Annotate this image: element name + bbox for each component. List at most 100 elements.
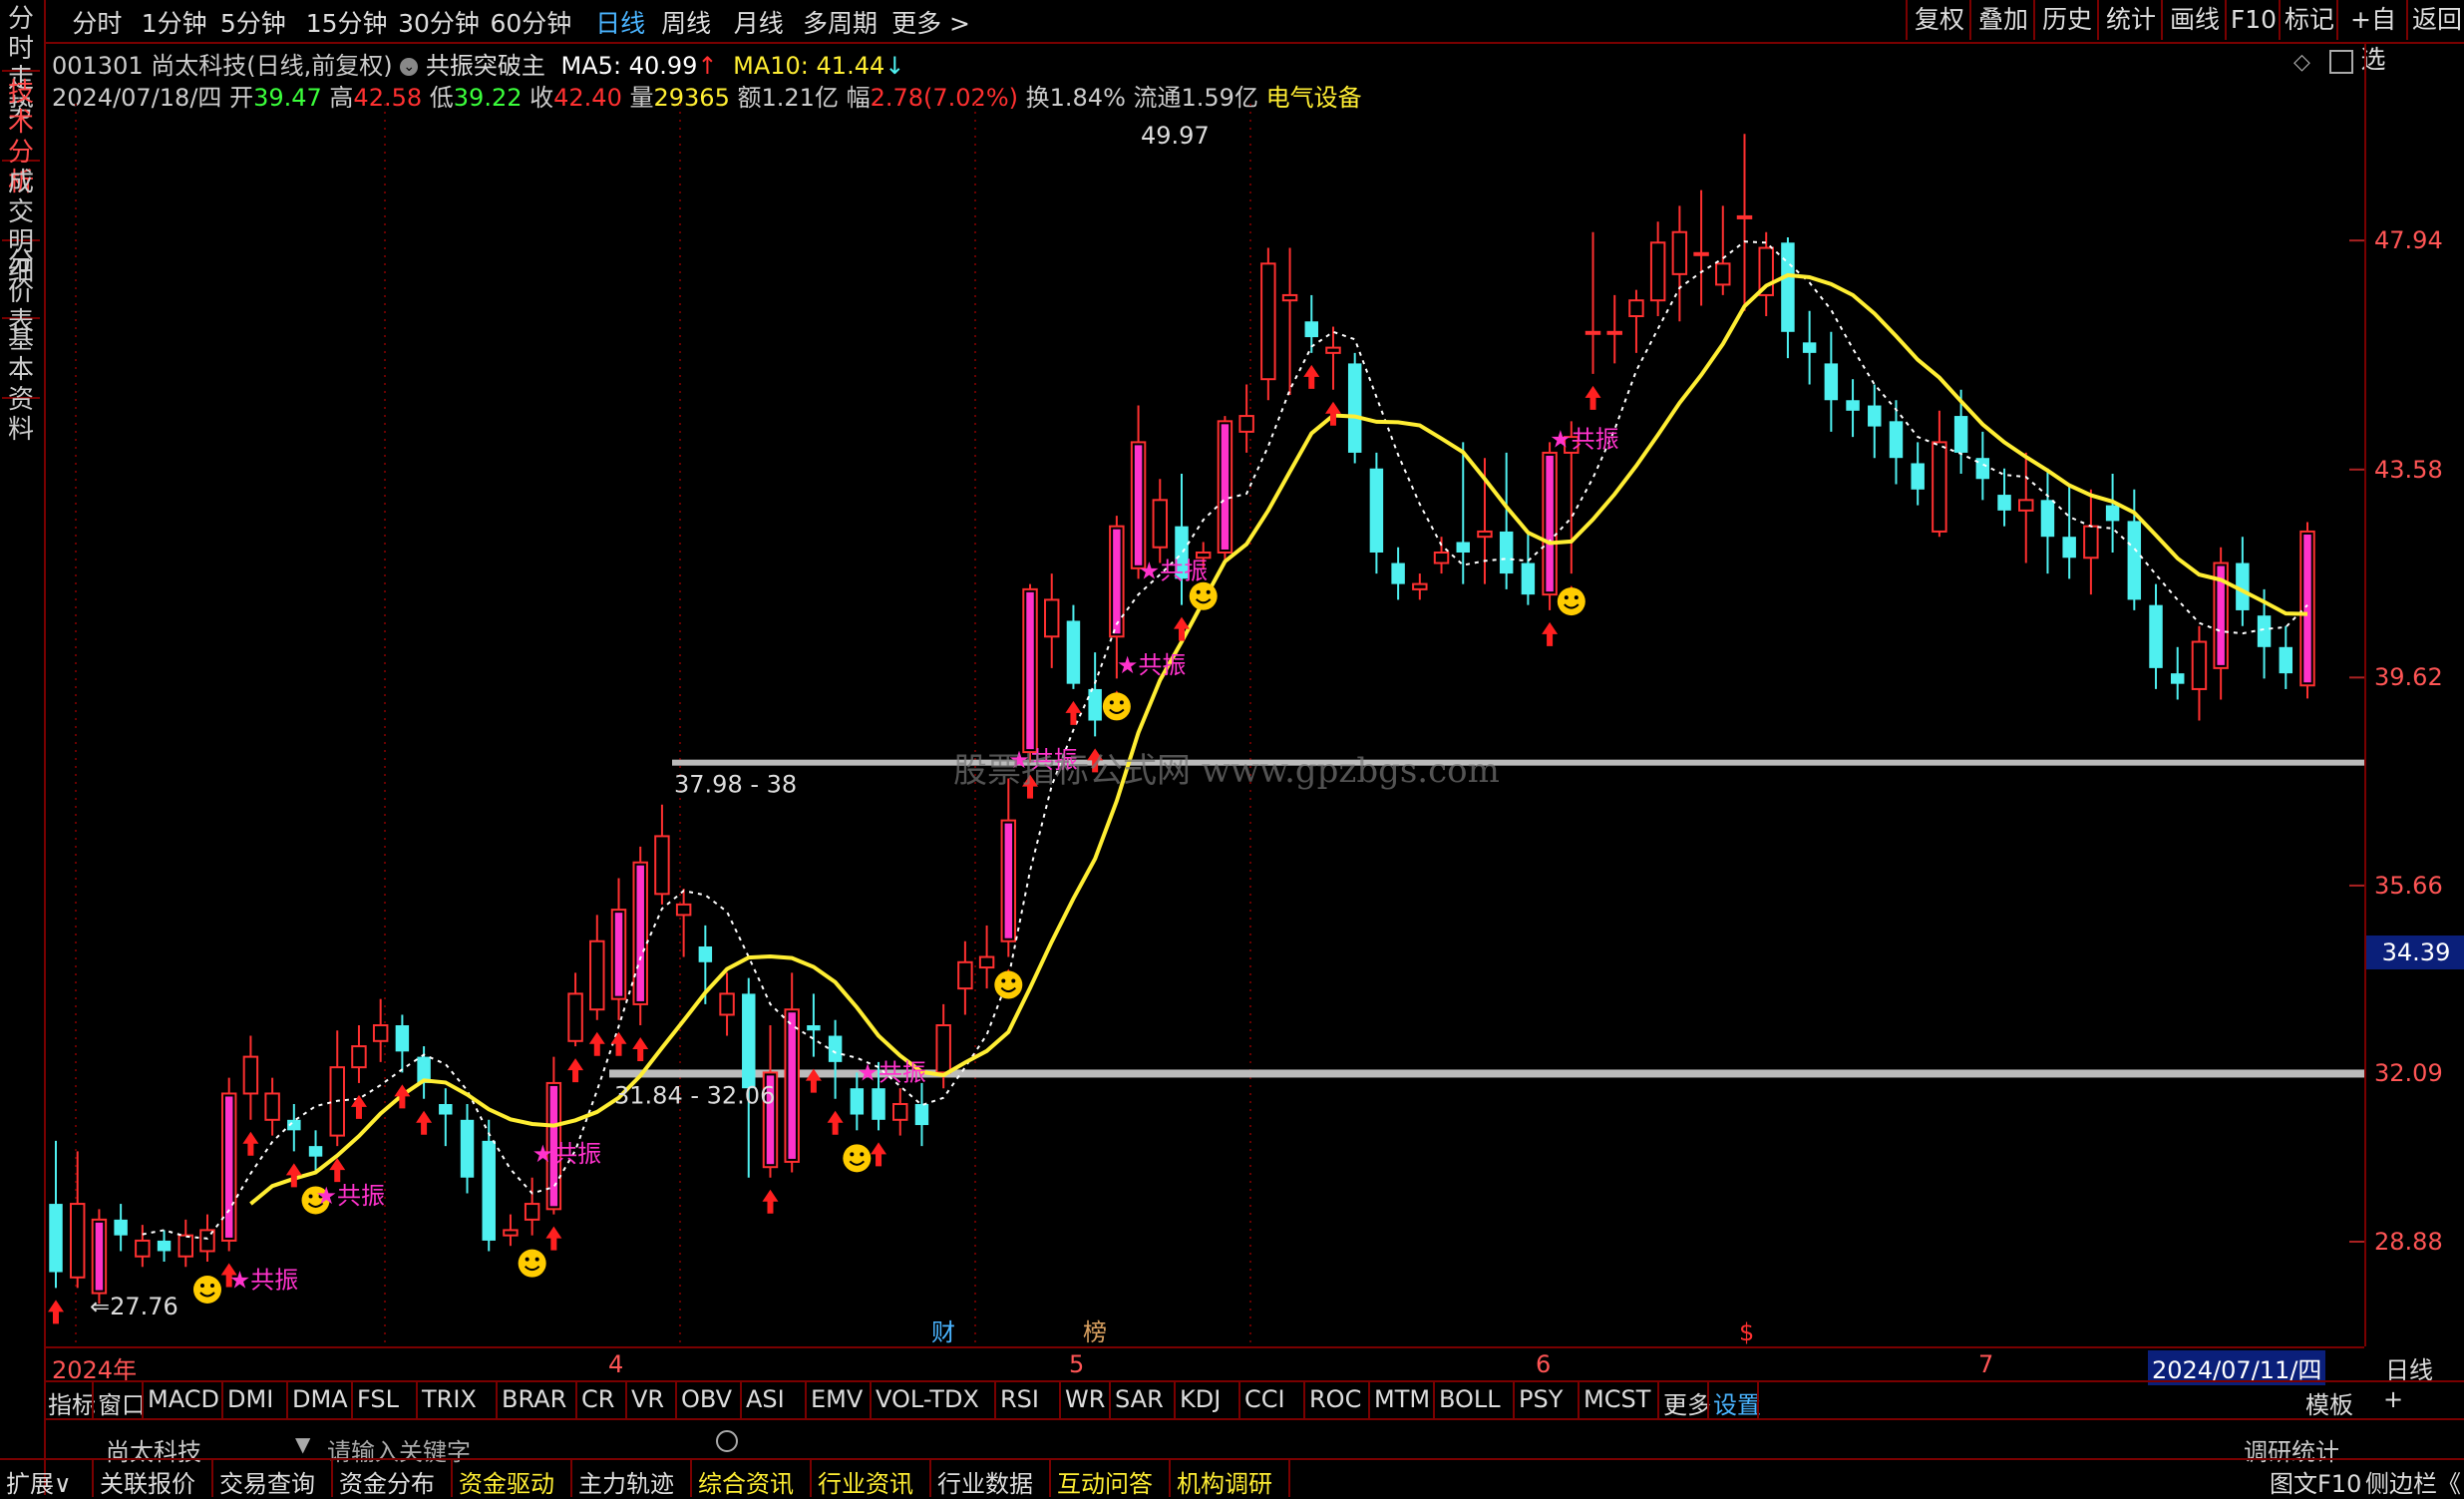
toolbar-button-6[interactable]: 标记 — [2279, 0, 2338, 40]
search-icon[interactable] — [716, 1430, 738, 1452]
indicator-tab-21[interactable]: BOLL — [1439, 1385, 1501, 1413]
bottom-tab-0[interactable]: 扩展∨ — [6, 1464, 72, 1499]
indicator-tab-14[interactable]: RSI — [1000, 1385, 1039, 1413]
buy-arrow-icon — [545, 1226, 562, 1251]
bottom-tab-10[interactable]: 机构调研 — [1177, 1464, 1272, 1499]
candle — [2062, 484, 2076, 579]
period-tab-9[interactable]: 多周期 — [803, 4, 878, 40]
buy-arrow-icon — [242, 1131, 259, 1156]
date-label: 4 — [608, 1350, 624, 1378]
toolbar-button-0[interactable]: 复权 — [1906, 0, 1971, 40]
candle — [1175, 474, 1189, 605]
high-annotation: 49.97 — [1141, 122, 1210, 150]
sidebar-toggle[interactable]: 侧边栏《 — [2365, 1464, 2461, 1499]
bottom-tab-2[interactable]: 交易查询 — [219, 1464, 315, 1499]
add-indicator-button[interactable]: + — [2383, 1385, 2403, 1413]
indicator-tab-4[interactable]: DMA — [292, 1385, 348, 1413]
date-label: 7 — [1978, 1350, 1994, 1378]
left-tab-2[interactable]: 成交明细 — [2, 164, 40, 287]
watermark: 股票指标公式网 www.gpzbgs.com — [953, 751, 1500, 791]
left-tab-1[interactable]: 技术分析 — [2, 74, 40, 197]
bottom-tab-8[interactable]: 行业数据 — [937, 1464, 1033, 1499]
bottom-tab-9[interactable]: 互动问答 — [1057, 1464, 1153, 1499]
tab-divider — [625, 1382, 627, 1418]
tab-divider — [1109, 1382, 1111, 1418]
indicator-tab-9[interactable]: VR — [631, 1385, 664, 1413]
indicator-tab-7[interactable]: BRAR — [502, 1385, 566, 1413]
toolbar-button-4[interactable]: 画线 — [2161, 0, 2227, 40]
candle — [675, 889, 692, 957]
indicator-tab-2[interactable]: MACD — [148, 1385, 219, 1413]
indicator-tab-3[interactable]: DMI — [227, 1385, 273, 1413]
indicator-tab-8[interactable]: CR — [581, 1385, 614, 1413]
indicator-tab-17[interactable]: KDJ — [1180, 1385, 1221, 1413]
left-tab-3[interactable]: 分价表 — [2, 243, 40, 337]
candle — [308, 1130, 323, 1173]
indicator-tab-10[interactable]: OBV — [681, 1385, 732, 1413]
indicator-tab-25[interactable]: 设置 — [1713, 1385, 1761, 1420]
indicator-tab-24[interactable]: 更多 — [1663, 1385, 1711, 1420]
template-button[interactable]: 模板 — [2305, 1385, 2353, 1420]
candlestick-chart[interactable]: ★共振★共振★共振★共振★共振★共振★共振★共振49.97⇐27.7637.98… — [46, 44, 2364, 1346]
toolbar-button-5[interactable]: F10 — [2225, 0, 2281, 40]
indicator-tab-5[interactable]: FSL — [357, 1385, 399, 1413]
toolbar-button-7[interactable]: +自选 — [2336, 0, 2408, 74]
buy-arrow-icon — [394, 1084, 411, 1109]
dropdown-icon[interactable]: ▼ — [295, 1432, 310, 1456]
buy-arrow-icon — [871, 1142, 887, 1167]
buy-arrow-icon — [1303, 364, 1320, 389]
tab-divider — [142, 1382, 144, 1418]
candle — [1304, 294, 1318, 353]
indicator-tab-23[interactable]: MCST — [1584, 1385, 1650, 1413]
candle — [1000, 778, 1017, 957]
candle — [91, 1209, 108, 1305]
toolbar-button-2[interactable]: 历史 — [2033, 0, 2099, 40]
period-tab-7[interactable]: 周线 — [661, 4, 711, 40]
period-tab-4[interactable]: 30分钟 — [398, 4, 480, 40]
period-tab-6[interactable]: 日线 — [595, 4, 645, 40]
resonance-signal: ★共振 — [1139, 557, 1209, 584]
indicator-tab-11[interactable]: ASI — [746, 1385, 785, 1413]
period-tab-10[interactable]: 更多 > — [891, 4, 970, 40]
zone-line-upper — [672, 759, 2364, 766]
toolbar-button-8[interactable]: 返回 — [2406, 0, 2464, 40]
indicator-tab-18[interactable]: CCI — [1244, 1385, 1285, 1413]
indicator-tab-12[interactable]: EMV — [811, 1385, 863, 1413]
bottom-tab-3[interactable]: 资金分布 — [339, 1464, 435, 1499]
tab-divider — [1049, 1460, 1051, 1497]
indicator-tab-22[interactable]: PSY — [1519, 1385, 1563, 1413]
period-tab-5[interactable]: 60分钟 — [491, 4, 572, 40]
toolbar-button-3[interactable]: 统计 — [2097, 0, 2163, 40]
bottom-tab-1[interactable]: 关联报价 — [100, 1464, 195, 1499]
bottom-tab-6[interactable]: 综合资讯 — [698, 1464, 794, 1499]
indicator-tab-0[interactable]: 指标 — [48, 1385, 96, 1420]
buy-arrow-icon — [48, 1300, 64, 1324]
f10-button[interactable]: 图文F10 — [2270, 1464, 2361, 1499]
tab-divider — [211, 1460, 213, 1497]
bottom-tab-7[interactable]: 行业资讯 — [818, 1464, 913, 1499]
bottom-tab-4[interactable]: 资金驱动 — [459, 1464, 554, 1499]
indicator-tab-19[interactable]: ROC — [1309, 1385, 1361, 1413]
candle — [1066, 604, 1081, 689]
indicator-tab-1[interactable]: 窗口 — [98, 1385, 146, 1420]
period-tab-1[interactable]: 1分钟 — [142, 4, 207, 40]
toolbar-button-1[interactable]: 叠加 — [1969, 0, 2035, 40]
indicator-tab-15[interactable]: WR — [1065, 1385, 1105, 1413]
period-tab-0[interactable]: 分时 — [72, 4, 122, 40]
period-tab-3[interactable]: 15分钟 — [306, 4, 388, 40]
indicator-tab-16[interactable]: SAR — [1115, 1385, 1164, 1413]
tab-divider — [1368, 1382, 1370, 1418]
bottom-tab-5[interactable]: 主力轨迹 — [578, 1464, 674, 1499]
event-marker: 榜 — [1083, 1318, 1107, 1346]
period-tab-8[interactable]: 月线 — [734, 4, 784, 40]
period-tab-2[interactable]: 5分钟 — [220, 4, 286, 40]
indicator-tab-20[interactable]: MTM — [1374, 1385, 1430, 1413]
tab-divider — [570, 1460, 572, 1497]
candle — [69, 1151, 86, 1289]
candle — [1391, 547, 1405, 600]
left-tab-0[interactable]: 分时走势 — [2, 0, 40, 124]
candle — [2171, 646, 2185, 700]
indicator-tab-13[interactable]: VOL-TDX — [876, 1385, 979, 1413]
indicator-tab-6[interactable]: TRIX — [422, 1385, 477, 1413]
left-tab-4[interactable]: 基本资料 — [2, 321, 40, 445]
